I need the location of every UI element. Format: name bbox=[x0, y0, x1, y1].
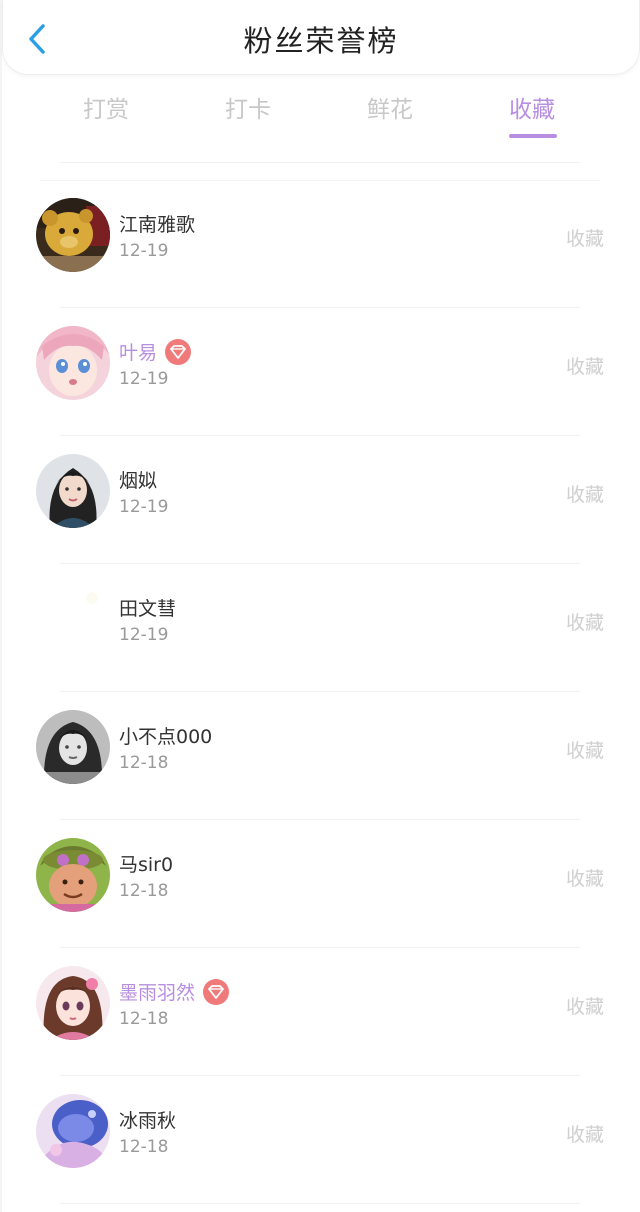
fan-date: 12-19 bbox=[119, 625, 169, 645]
list-item[interactable]: 江南雅歌 12-19 收藏 bbox=[0, 180, 640, 308]
tab-label: 打卡 bbox=[225, 97, 271, 123]
fan-name: 小不点000 bbox=[119, 726, 213, 748]
fan-date: 12-18 bbox=[119, 881, 169, 901]
tab-flowers[interactable]: 鲜花 bbox=[350, 90, 430, 124]
fan-date: 12-18 bbox=[119, 753, 169, 773]
active-tab-indicator bbox=[509, 134, 557, 138]
blank-avatar bbox=[36, 582, 110, 656]
list-item[interactable]: 小不点000 12-18 收藏 bbox=[0, 692, 640, 820]
fan-date: 12-18 bbox=[119, 1009, 169, 1029]
favorite-label: 收藏 bbox=[565, 868, 604, 890]
favorite-label: 收藏 bbox=[565, 996, 604, 1018]
fan-name: 叶易 bbox=[119, 338, 192, 365]
divider bbox=[60, 1203, 580, 1204]
diamond-icon bbox=[170, 344, 186, 359]
fan-date: 12-19 bbox=[119, 241, 169, 261]
vip-badge bbox=[165, 338, 192, 365]
fan-name: 田文彗 bbox=[119, 598, 177, 620]
favorite-label: 收藏 bbox=[565, 612, 604, 634]
diamond-icon bbox=[208, 984, 224, 999]
tab-checkin[interactable]: 打卡 bbox=[208, 90, 288, 124]
list-item[interactable]: 冰雨秋 12-18 收藏 bbox=[0, 1076, 640, 1204]
top-navigation-bar: 粉丝荣誉榜 bbox=[2, 0, 640, 75]
list-item[interactable]: 墨雨羽然 12-18 收藏 bbox=[0, 948, 640, 1076]
bw-portrait-avatar bbox=[36, 710, 110, 784]
fan-date: 12-18 bbox=[119, 1137, 169, 1157]
favorite-label: 收藏 bbox=[565, 484, 604, 506]
fan-list: 江南雅歌 12-19 收藏 叶易 12-19 收藏 烟姒 12-19 收藏 田文… bbox=[0, 180, 640, 1204]
vip-badge bbox=[203, 978, 230, 1005]
fan-name: 江南雅歌 bbox=[119, 214, 196, 236]
woman-photo-avatar bbox=[36, 454, 110, 528]
tab-label: 收藏 bbox=[509, 97, 555, 123]
tab-favorites[interactable]: 收藏 bbox=[492, 90, 572, 138]
favorite-label: 收藏 bbox=[565, 1124, 604, 1146]
fan-date: 12-19 bbox=[119, 369, 169, 389]
tab-label: 鲜花 bbox=[367, 97, 413, 123]
fan-name: 马sir0 bbox=[119, 854, 174, 876]
favorite-label: 收藏 bbox=[565, 740, 604, 762]
favorite-label: 收藏 bbox=[565, 228, 604, 250]
fan-name-text: 墨雨羽然 bbox=[119, 982, 196, 1004]
page-title: 粉丝荣誉榜 bbox=[243, 24, 399, 58]
list-item[interactable]: 马sir0 12-18 收藏 bbox=[0, 820, 640, 948]
fan-name: 墨雨羽然 bbox=[119, 978, 230, 1005]
list-item[interactable]: 烟姒 12-19 收藏 bbox=[0, 436, 640, 564]
fan-name: 烟姒 bbox=[119, 470, 158, 492]
tab-bar: 打赏 打卡 鲜花 收藏 bbox=[0, 90, 640, 142]
blue-art-avatar bbox=[36, 1094, 110, 1168]
list-item[interactable]: 田文彗 12-19 收藏 bbox=[0, 564, 640, 692]
fan-name: 冰雨秋 bbox=[119, 1110, 177, 1132]
game-character-avatar bbox=[36, 838, 110, 912]
favorite-label: 收藏 bbox=[565, 356, 604, 378]
anime-girl-avatar bbox=[36, 966, 110, 1040]
tab-label: 打赏 bbox=[83, 97, 129, 123]
anime-girl-avatar bbox=[36, 326, 110, 400]
list-item[interactable]: 叶易 12-19 收藏 bbox=[0, 308, 640, 436]
bear-photo-avatar bbox=[36, 198, 110, 272]
fan-date: 12-19 bbox=[119, 497, 169, 517]
fan-name-text: 叶易 bbox=[119, 342, 158, 364]
divider bbox=[60, 162, 580, 163]
tab-reward[interactable]: 打赏 bbox=[66, 90, 146, 124]
